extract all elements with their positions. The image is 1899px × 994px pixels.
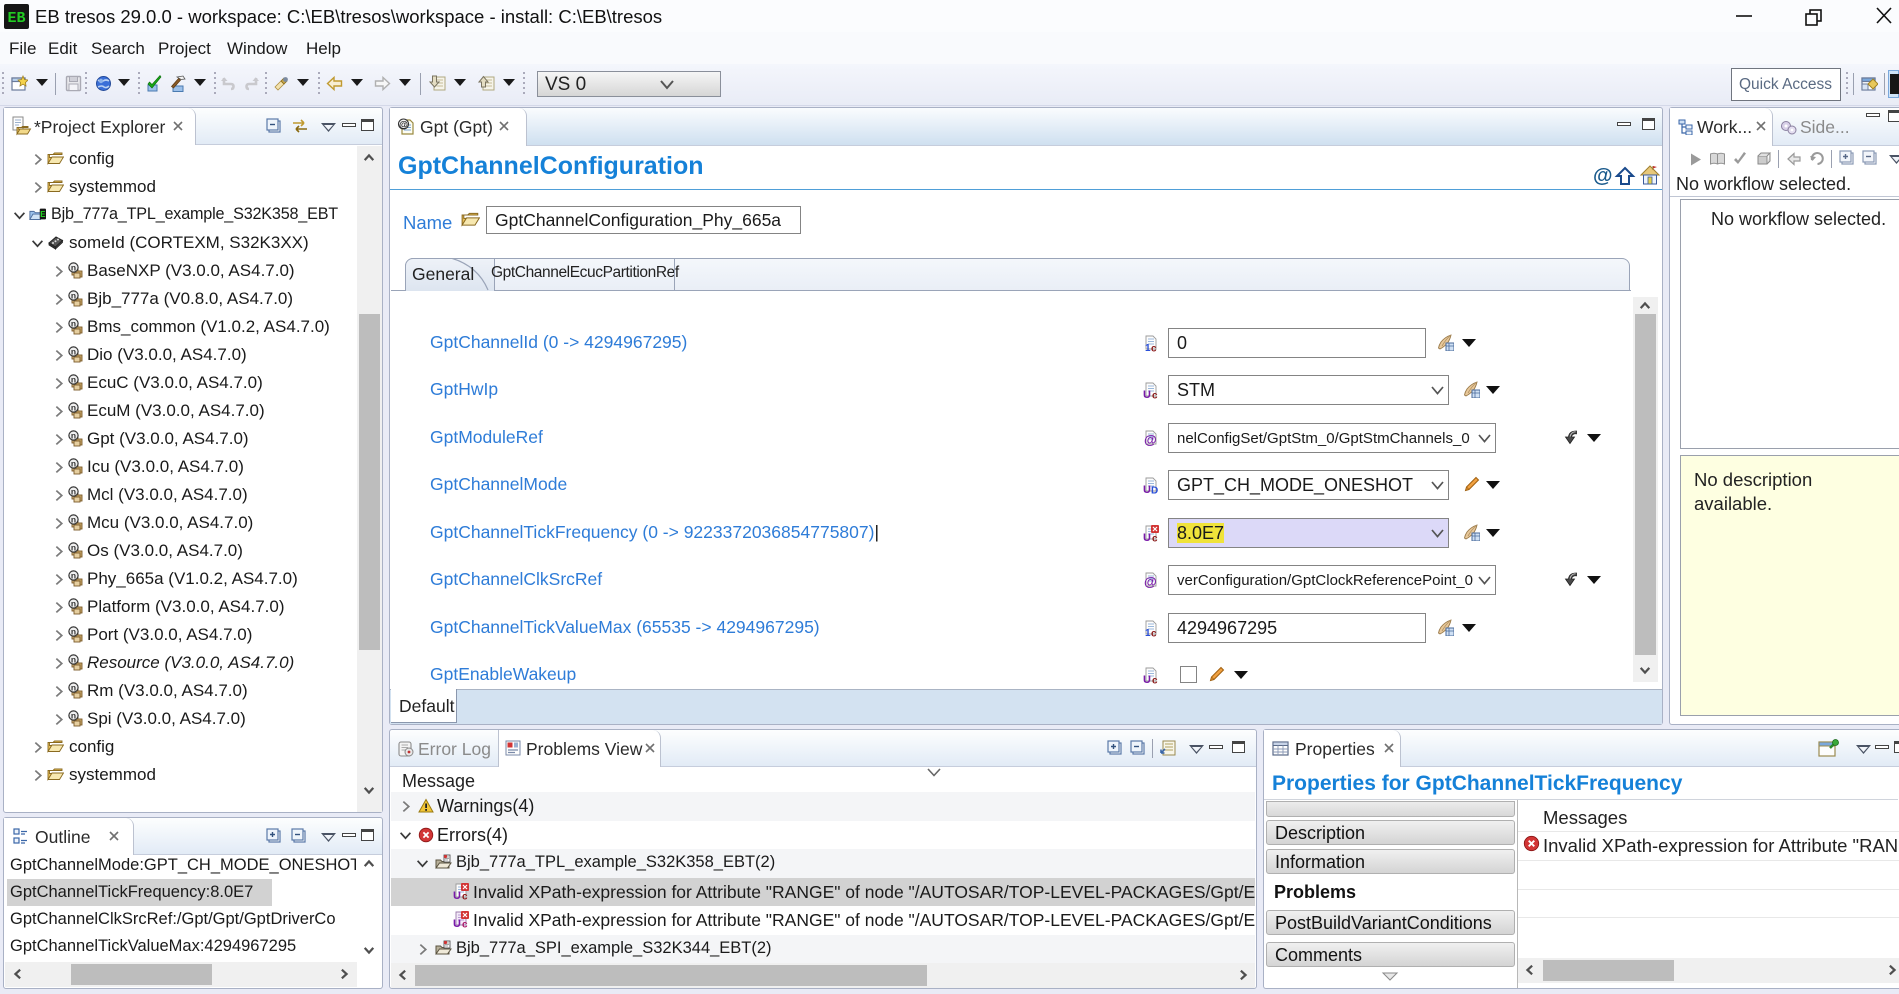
- svg-text:U: U: [1143, 674, 1151, 684]
- svg-text:c: c: [1152, 676, 1158, 685]
- svg-text:c: c: [1152, 391, 1158, 400]
- svg-text:@: @: [1144, 574, 1157, 589]
- svg-text:D: D: [1151, 486, 1158, 495]
- svg-text:c: c: [462, 920, 468, 929]
- svg-text:c: c: [462, 891, 468, 900]
- svg-text:U: U: [1143, 532, 1151, 542]
- svg-text:@: @: [399, 120, 408, 130]
- svg-text:U: U: [453, 918, 461, 928]
- svg-text:U: U: [453, 890, 461, 900]
- svg-text:U: U: [1143, 389, 1151, 399]
- svg-text:c: c: [1152, 533, 1158, 542]
- svg-text:c: c: [1151, 343, 1157, 352]
- svg-text:c: c: [1151, 628, 1157, 637]
- svg-text:@: @: [1144, 432, 1157, 447]
- svg-text:EB: EB: [7, 10, 25, 27]
- svg-text:U: U: [1143, 484, 1151, 494]
